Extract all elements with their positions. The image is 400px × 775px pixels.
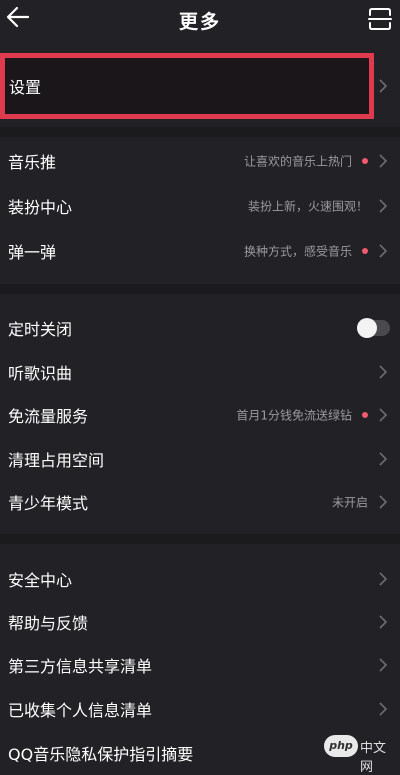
item-label: 听歌识曲 bbox=[8, 364, 73, 383]
item-label: 弹一弹 bbox=[8, 243, 57, 262]
teen-mode-status: 未开启 bbox=[331, 495, 368, 510]
chevron-right-icon bbox=[379, 79, 388, 93]
settings-item[interactable]: 设置 bbox=[0, 53, 374, 119]
item-subtext: 装扮上新，火速围观！ bbox=[247, 199, 368, 214]
item-label: 定时关闭 bbox=[8, 320, 73, 339]
chevron-right-icon bbox=[379, 154, 388, 168]
chevron-right-icon bbox=[379, 244, 388, 258]
watermark-text: 中文网 bbox=[360, 741, 387, 775]
item-label: 装扮中心 bbox=[8, 198, 73, 217]
menu-item-collected-info-list[interactable]: 已收集个人信息清单 bbox=[0, 689, 400, 729]
item-subtext: 让喜欢的音乐上热门 bbox=[243, 154, 352, 169]
menu-item-tantan[interactable]: 弹一弹 换种方式，感受音乐 bbox=[0, 231, 400, 271]
chevron-right-icon bbox=[379, 199, 388, 213]
chevron-right-icon bbox=[379, 658, 388, 672]
item-label: 清理占用空间 bbox=[8, 451, 105, 470]
menu-item-help-feedback[interactable]: 帮助与反馈 bbox=[0, 602, 400, 642]
chevron-right-icon bbox=[379, 495, 388, 509]
menu-item-clear-storage[interactable]: 清理占用空间 bbox=[0, 439, 400, 479]
top-bar: 更多 bbox=[0, 0, 400, 40]
menu-item-dressup-center[interactable]: 装扮中心 装扮上新，火速围观！ bbox=[0, 186, 400, 226]
chevron-right-icon bbox=[379, 365, 388, 379]
item-subtext: 换种方式，感受音乐 bbox=[243, 244, 352, 259]
chevron-right-icon bbox=[379, 702, 388, 716]
menu-item-sleep-timer[interactable]: 定时关闭 bbox=[0, 308, 400, 348]
menu-item-security-center[interactable]: 安全中心 bbox=[0, 559, 400, 599]
item-label: 帮助与反馈 bbox=[8, 614, 89, 633]
sleep-timer-toggle[interactable] bbox=[357, 318, 390, 338]
item-label: 已收集个人信息清单 bbox=[8, 701, 153, 720]
item-label: 免流量服务 bbox=[8, 407, 89, 426]
section-divider bbox=[0, 284, 400, 294]
page-title: 更多 bbox=[178, 11, 221, 33]
red-dot-badge bbox=[362, 158, 368, 164]
scan-icon[interactable] bbox=[368, 8, 392, 30]
menu-item-teen-mode[interactable]: 青少年模式 未开启 bbox=[0, 482, 400, 522]
site-watermark: php 中文网 bbox=[324, 735, 394, 775]
menu-item-free-data[interactable]: 免流量服务 首月1分钱免流送绿钻 bbox=[0, 395, 400, 435]
item-label: 安全中心 bbox=[8, 571, 73, 590]
chevron-right-icon bbox=[379, 572, 388, 586]
red-dot-badge bbox=[362, 412, 368, 418]
toggle-knob bbox=[357, 318, 377, 338]
section-divider bbox=[0, 127, 400, 137]
red-dot-badge bbox=[362, 248, 368, 254]
menu-item-third-party-list[interactable]: 第三方信息共享清单 bbox=[0, 645, 400, 685]
menu-item-song-recognition[interactable]: 听歌识曲 bbox=[0, 352, 400, 392]
chevron-right-icon bbox=[379, 615, 388, 629]
chevron-right-icon bbox=[379, 408, 388, 422]
item-label: 青少年模式 bbox=[8, 494, 89, 513]
menu-item-music-promote[interactable]: 音乐推 让喜欢的音乐上热门 bbox=[0, 141, 400, 181]
item-label: 第三方信息共享清单 bbox=[8, 657, 153, 676]
watermark-logo: php bbox=[324, 735, 358, 757]
item-label: 音乐推 bbox=[8, 153, 57, 172]
settings-label: 设置 bbox=[9, 78, 42, 97]
item-label: QQ音乐隐私保护指引摘要 bbox=[8, 745, 194, 764]
chevron-right-icon bbox=[379, 452, 388, 466]
item-subtext: 首月1分钱免流送绿钻 bbox=[236, 408, 352, 423]
section-divider bbox=[0, 534, 400, 544]
